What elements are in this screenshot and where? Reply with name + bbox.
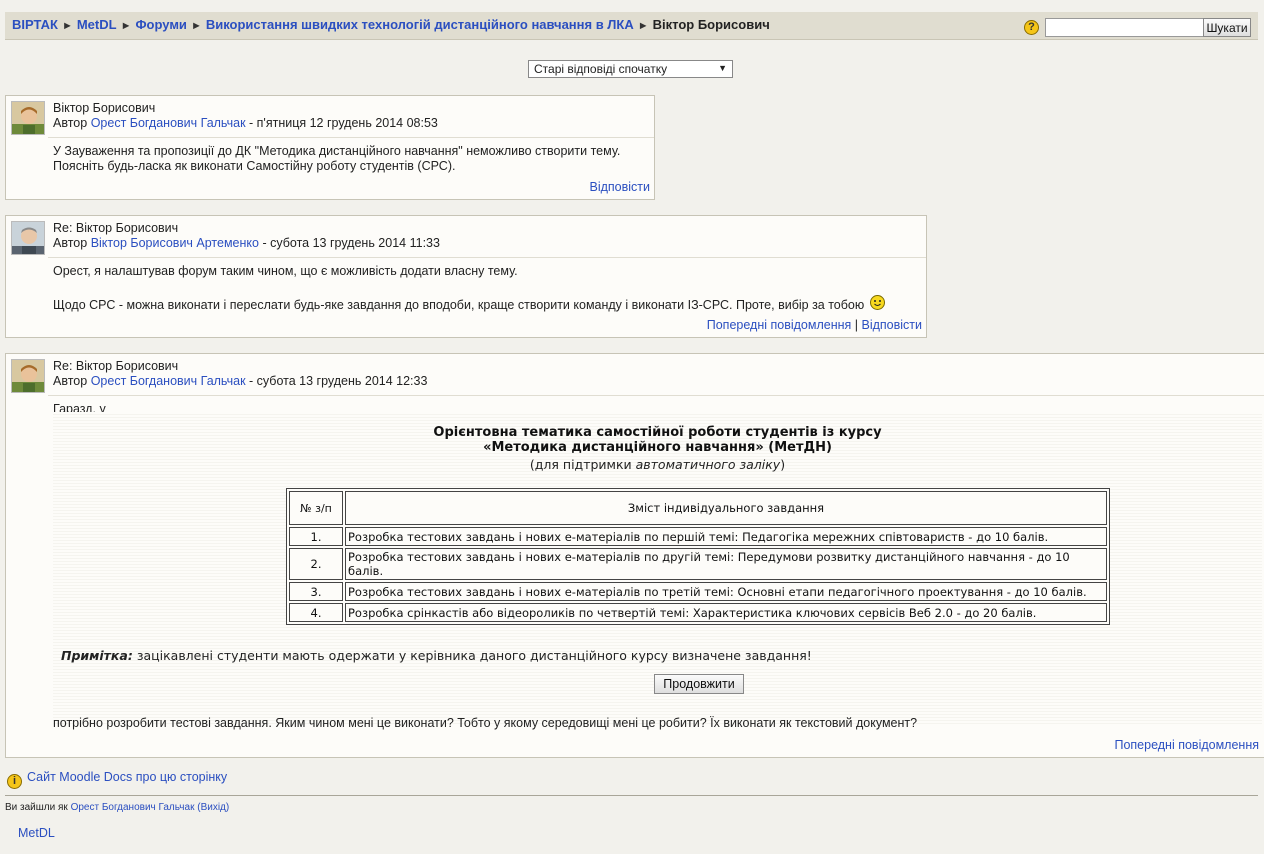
- post-header: Re: Віктор Борисович Автор Віктор Борисо…: [53, 221, 926, 251]
- parent-post-link[interactable]: Попередні повідомлення: [1114, 738, 1259, 752]
- document-subtitle: (для підтримки автоматичного заліку): [53, 457, 1262, 472]
- table-row: 1. Розробка тестових завдань і нових е-м…: [289, 527, 1107, 546]
- subtitle-text: ): [780, 457, 786, 472]
- navbar: ВІРТАК ► MetDL ► Форуми ► Використання швидких…: [5, 12, 1258, 40]
- forum-post: Re: Віктор Борисович Автор Орест Богдано…: [5, 353, 1264, 758]
- task-text: Розробка тестових завдань і нових е-мате…: [345, 582, 1107, 601]
- reply-link[interactable]: Відповісти: [861, 318, 922, 332]
- post-divider: [48, 395, 1264, 396]
- command-separator: |: [854, 318, 858, 332]
- author-link[interactable]: Орест Богданович Гальчак: [91, 116, 246, 130]
- table-row: 2. Розробка тестових завдань і нових е-м…: [289, 548, 1107, 580]
- task-number: 3.: [289, 582, 343, 601]
- breadcrumb-current: Віктор Борисович: [652, 17, 770, 32]
- post-byline: Автор Віктор Борисович Артеменко - субот…: [53, 236, 926, 251]
- post-byline: Автор Орест Богданович Гальчак - п'ятниц…: [53, 116, 654, 131]
- post-content: Орест, я налаштував форум таким чином, щ…: [53, 264, 885, 313]
- post-commands: Попередні повідомлення: [1114, 738, 1259, 752]
- avatar[interactable]: [11, 221, 45, 255]
- breadcrumb-separator: ►: [190, 20, 202, 32]
- task-number: 2.: [289, 548, 343, 580]
- forum-post: Re: Віктор Борисович Автор Віктор Борисо…: [5, 215, 927, 338]
- avatar[interactable]: [11, 359, 45, 393]
- sort-order-select[interactable]: Старі відповіді спочатку ▼: [528, 60, 733, 78]
- document-title: Орієнтовна тематика самостійної роботи с…: [53, 425, 1262, 455]
- author-link[interactable]: Орест Богданович Гальчак: [91, 374, 246, 388]
- post-text-line: Поясніть будь-ласка як виконати Самостій…: [53, 159, 456, 173]
- continue-button[interactable]: Продовжити: [654, 674, 744, 694]
- breadcrumb: ВІРТАК ► MetDL ► Форуми ► Використання швидких…: [12, 17, 770, 32]
- table-row: 3. Розробка тестових завдань і нових е-м…: [289, 582, 1107, 601]
- reply-link[interactable]: Відповісти: [589, 180, 650, 194]
- post-content: У Зауваження та пропозиції до ДК "Методи…: [53, 144, 620, 174]
- search-button[interactable]: Шукати: [1203, 18, 1251, 37]
- footer-divider: [5, 795, 1258, 796]
- note-text: зацікавлені студенти мають одержати у ке…: [132, 648, 812, 663]
- post-byline: Автор Орест Богданович Гальчак - субота …: [53, 374, 1264, 389]
- task-table: № з/п Зміст індивідуального завдання 1. …: [286, 488, 1110, 625]
- post-divider: [48, 137, 654, 138]
- breadcrumb-separator: ►: [637, 20, 649, 32]
- post-text-line: У Зауваження та пропозиції до ДК "Методи…: [53, 144, 621, 158]
- moodle-docs-link-row: i Сайт Moodle Docs про цю сторінку: [7, 770, 227, 789]
- task-number: 4.: [289, 603, 343, 622]
- breadcrumb-forums[interactable]: Форуми: [135, 17, 186, 32]
- post-header: Віктор Борисович Автор Орест Богданович …: [53, 101, 654, 131]
- embedded-document: Орієнтовна тематика самостійної роботи с…: [53, 412, 1262, 724]
- author-prefix: Автор: [53, 236, 88, 250]
- forum-post: Віктор Борисович Автор Орест Богданович …: [5, 95, 655, 200]
- breadcrumb-forum[interactable]: Використання швидких технологій дистанці…: [206, 17, 634, 32]
- parent-post-link[interactable]: Попередні повідомлення: [707, 318, 852, 332]
- logout-link[interactable]: (Вихід): [197, 802, 229, 813]
- post-commands: Відповісти: [589, 180, 650, 194]
- smiley-icon: [869, 295, 885, 310]
- table-row: 4. Розробка срінкастів або відеороликів …: [289, 603, 1107, 622]
- breadcrumb-site[interactable]: ВІРТАК: [12, 17, 58, 32]
- subtitle-text: (для підтримки: [529, 457, 636, 472]
- post-divider: [48, 257, 926, 258]
- column-header-number: № з/п: [289, 491, 343, 525]
- table-header-row: № з/п Зміст індивідуального завдання: [289, 491, 1107, 525]
- moodle-docs-link[interactable]: Сайт Moodle Docs про цю сторінку: [27, 770, 227, 784]
- login-user-link[interactable]: Орест Богданович Гальчак: [71, 802, 195, 813]
- search-input[interactable]: [1045, 18, 1207, 37]
- author-prefix: Автор: [53, 374, 88, 388]
- document-note: Примітка: зацікавлені студенти мають оде…: [61, 648, 812, 663]
- info-icon: i: [7, 774, 22, 789]
- post-outro: потрібно розробити тестові завдання. Яки…: [53, 716, 918, 730]
- post-text-row: Щодо СРС - можна виконати і переслати бу…: [53, 295, 885, 313]
- post-subject: Re: Віктор Борисович: [53, 221, 179, 235]
- post-text-line: Орест, я налаштував форум таким чином, щ…: [53, 264, 518, 278]
- post-date: - субота 13 грудень 2014 12:33: [249, 374, 428, 388]
- document-title-line: Орієнтовна тематика самостійної роботи с…: [433, 425, 882, 440]
- home-link[interactable]: MetDL: [18, 826, 55, 840]
- login-info: Ви зайшли як Орест Богданович Гальчак (В…: [5, 802, 229, 813]
- post-header: Re: Віктор Борисович Автор Орест Богдано…: [53, 359, 1264, 389]
- column-header-task: Зміст індивідуального завдання: [345, 491, 1107, 525]
- avatar[interactable]: [11, 101, 45, 135]
- task-text: Розробка срінкастів або відеороликів по …: [345, 603, 1107, 622]
- post-date: - субота 13 грудень 2014 11:33: [262, 236, 440, 250]
- breadcrumb-course[interactable]: MetDL: [77, 17, 117, 32]
- login-prefix: Ви зайшли як: [5, 802, 68, 813]
- task-text: Розробка тестових завдань і нових е-мате…: [345, 527, 1107, 546]
- breadcrumb-separator: ►: [61, 20, 73, 32]
- subtitle-italic: автоматичного заліку: [635, 457, 781, 472]
- task-text: Розробка тестових завдань і нових е-мате…: [345, 548, 1107, 580]
- sort-order-value: Старі відповіді спочатку: [534, 62, 668, 76]
- post-subject: Re: Віктор Борисович: [53, 359, 179, 373]
- post-text-line: Щодо СРС - можна виконати і переслати бу…: [53, 298, 865, 312]
- task-number: 1.: [289, 527, 343, 546]
- post-date: - п'ятниця 12 грудень 2014 08:53: [249, 116, 438, 130]
- post-commands: Попередні повідомлення | Відповісти: [707, 318, 922, 332]
- document-title-line: «Методика дистанційного навчання» (МетДН…: [483, 440, 832, 455]
- author-prefix: Автор: [53, 116, 88, 130]
- post-subject: Віктор Борисович: [53, 101, 156, 115]
- note-label: Примітка:: [61, 648, 133, 663]
- author-link[interactable]: Віктор Борисович Артеменко: [91, 236, 259, 250]
- help-icon[interactable]: ?: [1024, 20, 1039, 35]
- dropdown-arrow-icon: ▼: [718, 63, 727, 73]
- breadcrumb-separator: ►: [120, 20, 132, 32]
